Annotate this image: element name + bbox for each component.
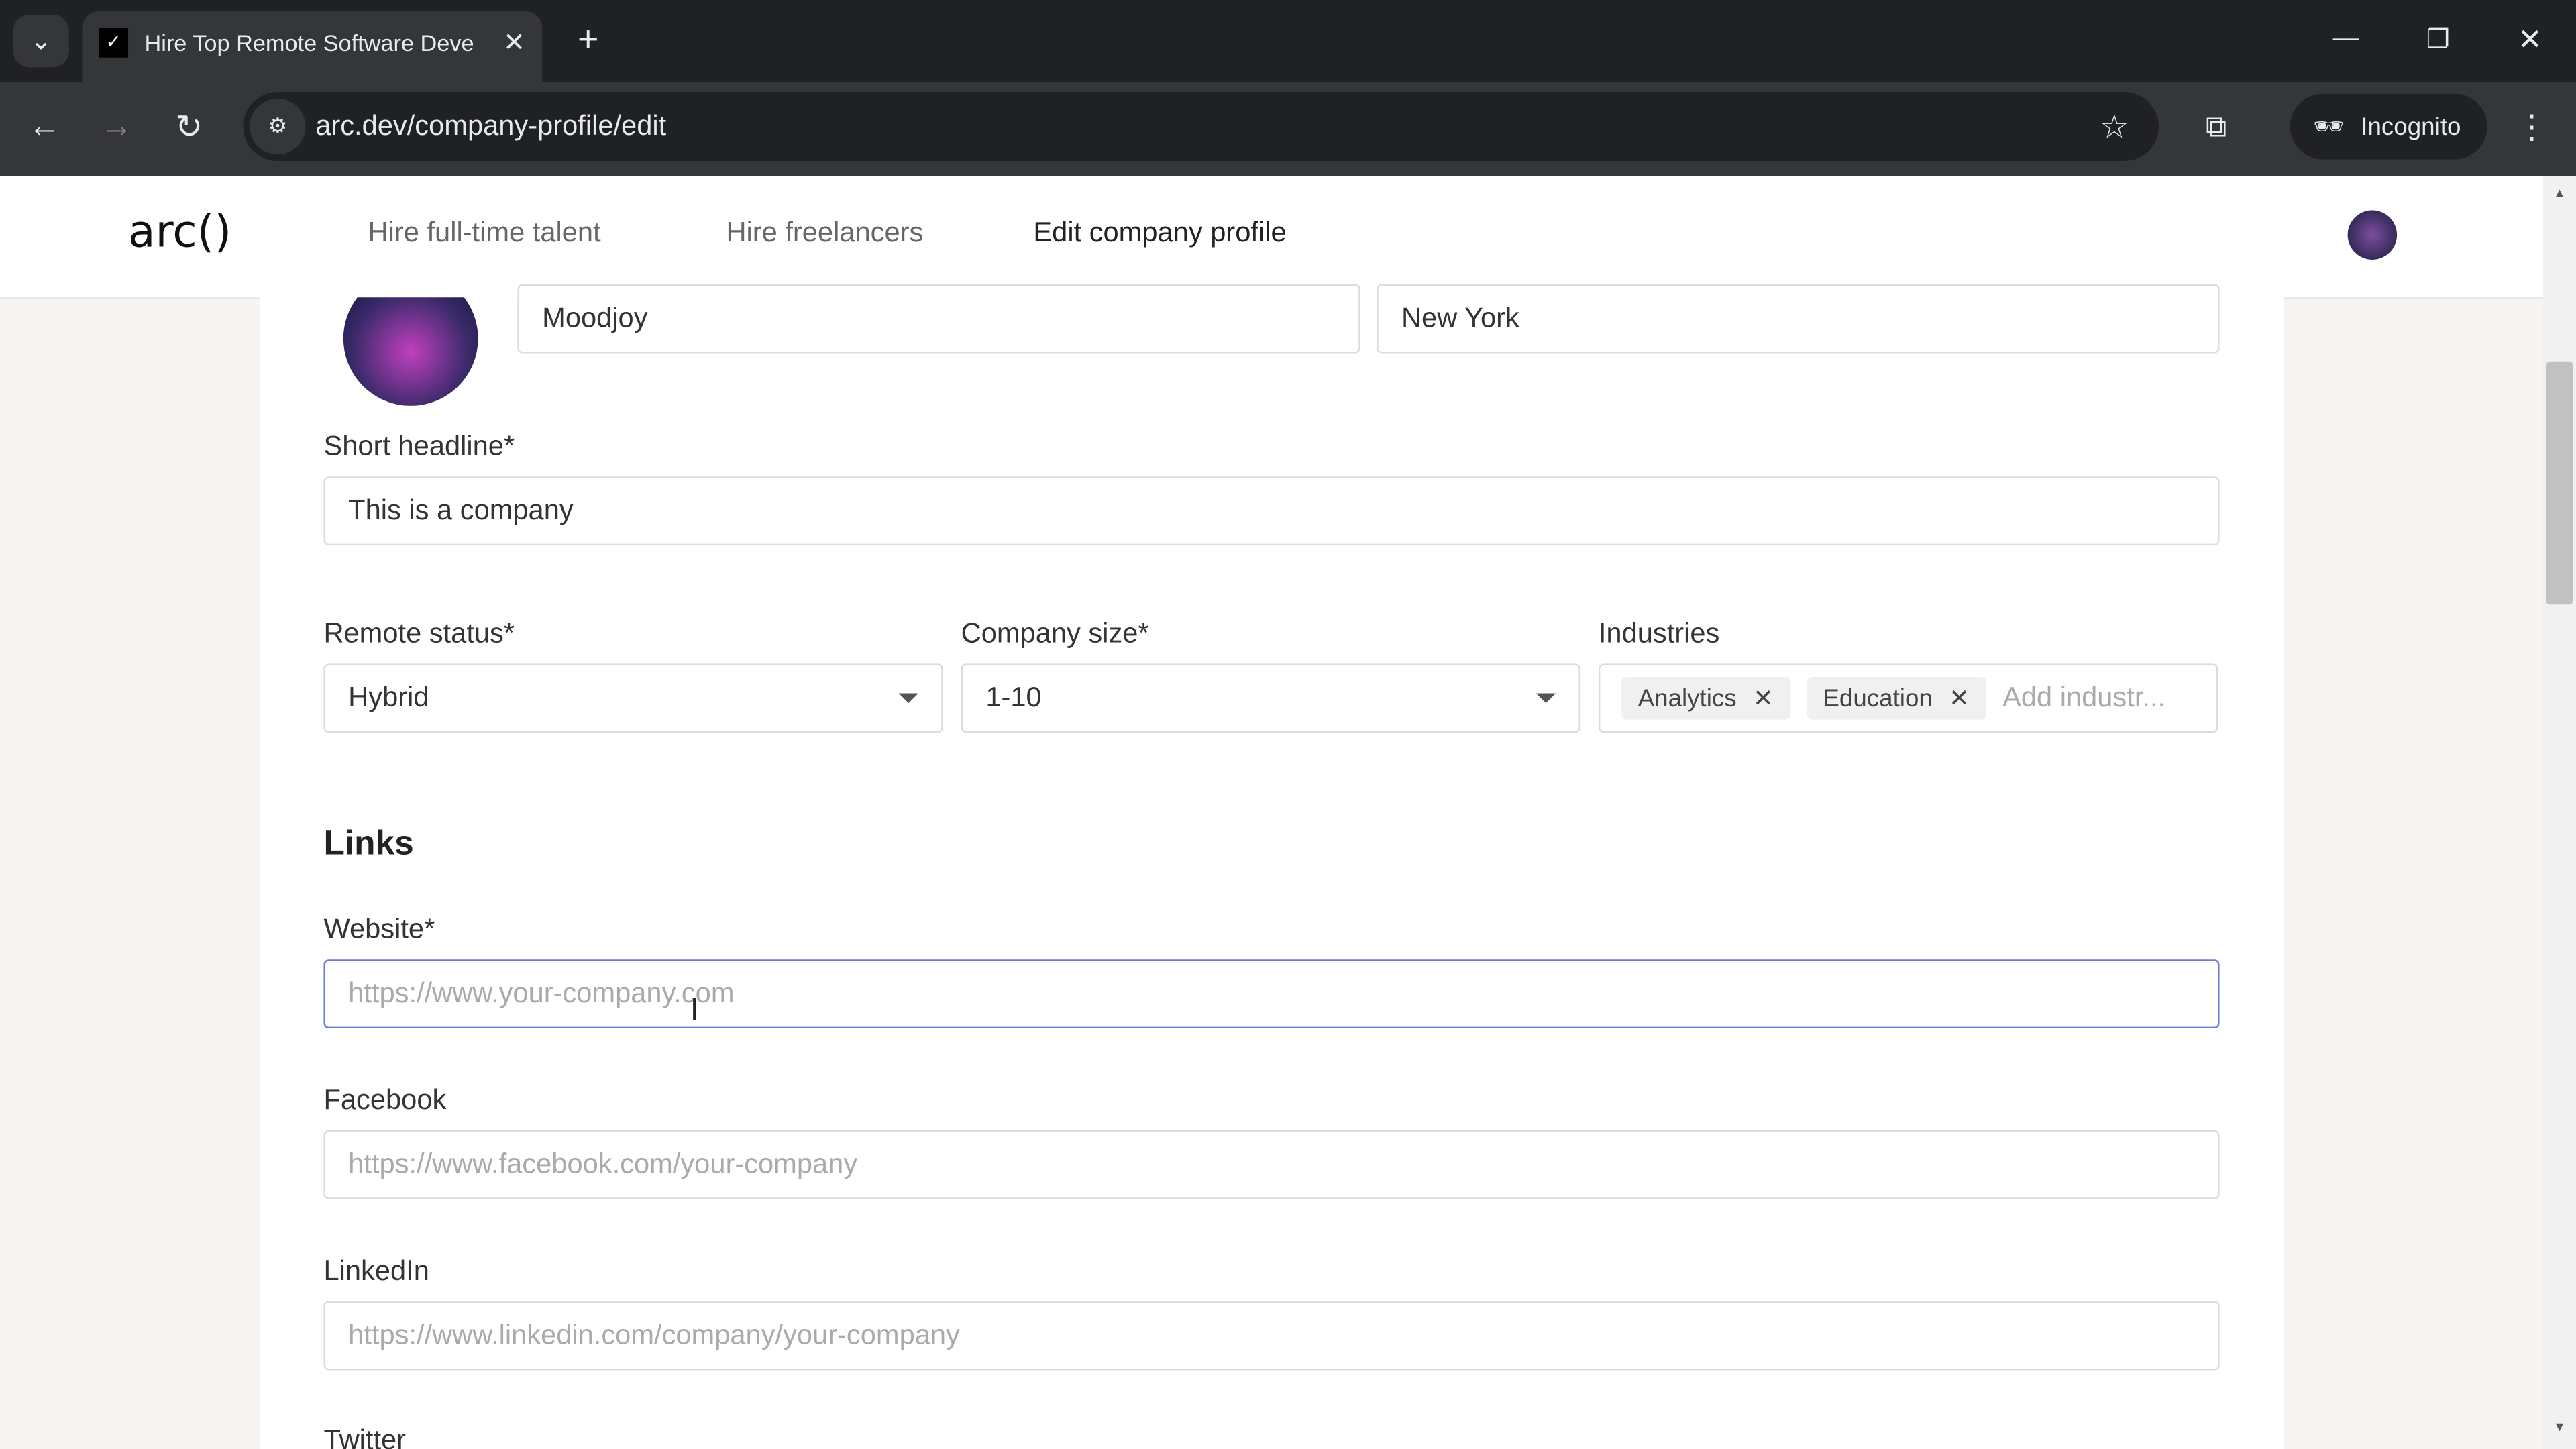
restore-icon[interactable]: ❐ [2418, 19, 2458, 59]
chevron-down-icon [898, 693, 918, 704]
browser-menu-icon[interactable]: ⋮ [2514, 105, 2550, 148]
industry-chip: Analytics ✕ [1621, 676, 1790, 720]
company-size-select[interactable]: 1-10 [961, 663, 1580, 733]
forward-icon[interactable]: → [95, 105, 138, 148]
url-text: arc.dev/company-profile/edit [315, 110, 667, 142]
extensions-icon[interactable]: ⧉ [2195, 105, 2238, 148]
linkedin-placeholder: https://www.linkedin.com/company/your-co… [348, 1319, 960, 1351]
industry-chip: Education ✕ [1806, 676, 1986, 720]
remove-chip-icon[interactable]: ✕ [1753, 684, 1774, 713]
incognito-icon: 🕶 [2313, 113, 2345, 142]
links-heading: Links [323, 824, 414, 863]
facebook-placeholder: https://www.facebook.com/your-company [348, 1148, 858, 1180]
scrollbar-thumb[interactable] [2546, 361, 2573, 605]
remove-chip-icon[interactable]: ✕ [1949, 684, 1970, 713]
industries-placeholder: Add industr... [2002, 682, 2166, 713]
chevron-down-icon [1536, 693, 1556, 704]
twitter-label: Twitter [323, 1424, 407, 1449]
headline-input[interactable]: This is a company [323, 476, 2220, 546]
back-icon[interactable]: ← [23, 105, 66, 148]
remote-status-value: Hybrid [348, 682, 429, 713]
arc-logo[interactable]: arc() [128, 207, 231, 258]
linkedin-input[interactable]: https://www.linkedin.com/company/your-co… [323, 1301, 2220, 1371]
incognito-indicator[interactable]: 🕶 Incognito [2290, 93, 2487, 160]
nav-hire-full-time[interactable]: Hire full-time talent [368, 217, 601, 250]
reload-icon[interactable]: ↻ [168, 105, 211, 148]
incognito-label: Incognito [2361, 112, 2461, 141]
nav-hire-freelancers[interactable]: Hire freelancers [726, 217, 923, 250]
company-name-input[interactable]: Moodjoy [517, 284, 1360, 354]
close-window-icon[interactable]: ✕ [2510, 19, 2550, 59]
facebook-label: Facebook [323, 1084, 447, 1116]
form-card [259, 297, 2284, 1449]
minimize-icon[interactable]: — [2326, 19, 2366, 59]
remote-status-select[interactable]: Hybrid [323, 663, 943, 733]
browser-tab[interactable]: ✓ Hire Top Remote Software Deve ✕ [82, 11, 543, 83]
bookmark-star-icon[interactable]: ☆ [2093, 105, 2136, 148]
website-label: Website* [323, 913, 435, 945]
site-settings-icon[interactable]: ⚙ [250, 98, 306, 155]
chip-label: Education [1823, 684, 1933, 712]
scroll-down-icon[interactable]: ▼ [2553, 1419, 2566, 1434]
industries-label: Industries [1598, 617, 1720, 649]
facebook-input[interactable]: https://www.facebook.com/your-company [323, 1130, 2220, 1199]
favicon-icon: ✓ [98, 28, 129, 58]
headline-label: Short headline* [323, 430, 515, 462]
industries-input[interactable]: Analytics ✕ Education ✕ Add industr... [1598, 663, 2218, 733]
scrollbar[interactable]: ▲ ▼ [2543, 176, 2576, 1449]
tab-search-button[interactable]: ⌄ [13, 15, 69, 68]
company-size-value: 1-10 [985, 682, 1042, 713]
remote-status-label: Remote status* [323, 617, 515, 649]
chip-label: Analytics [1638, 684, 1737, 712]
location-input[interactable]: New York [1377, 284, 2220, 354]
new-tab-icon[interactable]: + [568, 18, 608, 59]
user-avatar[interactable] [2347, 210, 2398, 260]
website-placeholder: https://www.your-company.com [348, 977, 735, 1009]
close-tab-icon[interactable]: ✕ [496, 25, 533, 61]
nav-edit-company-profile[interactable]: Edit company profile [1033, 217, 1286, 250]
text-cursor-icon: I [690, 992, 700, 1029]
tab-title: Hire Top Remote Software Deve [144, 30, 474, 56]
company-size-label: Company size* [961, 617, 1149, 649]
scroll-up-icon[interactable]: ▲ [2553, 186, 2566, 201]
address-bar[interactable]: ⚙ arc.dev/company-profile/edit ☆ [243, 92, 2159, 162]
website-input[interactable]: https://www.your-company.com [323, 959, 2220, 1029]
linkedin-label: LinkedIn [323, 1255, 429, 1287]
